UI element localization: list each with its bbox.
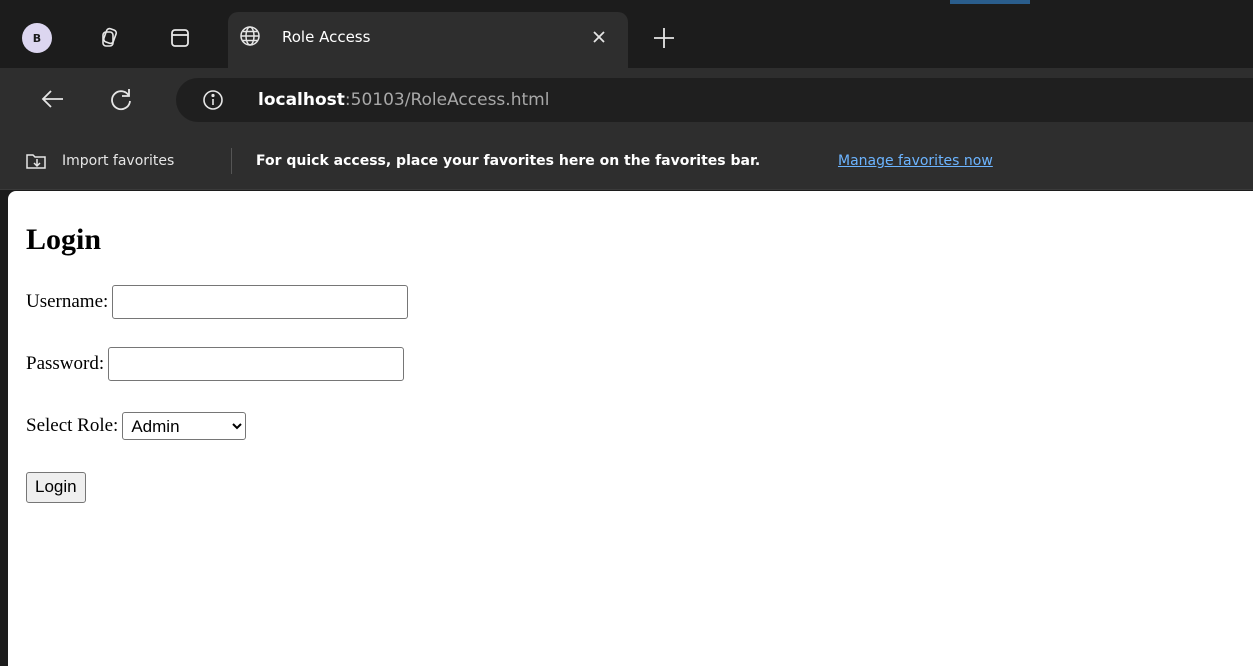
divider: [231, 148, 232, 174]
favorites-bar: Import favorites For quick access, place…: [0, 132, 1253, 190]
import-favorites-button[interactable]: Import favorites: [62, 151, 174, 171]
refresh-icon[interactable]: [106, 84, 136, 114]
url-path: :50103/RoleAccess.html: [344, 90, 550, 110]
password-label: Password:: [26, 353, 105, 374]
tab-actions-icon[interactable]: [166, 24, 194, 52]
close-icon[interactable]: [590, 28, 608, 46]
username-input[interactable]: [112, 285, 409, 319]
plus-icon[interactable]: [650, 24, 678, 52]
url-text: localhost:50103/RoleAccess.html: [258, 89, 549, 111]
globe-icon: [238, 24, 262, 48]
tab-title: Role Access: [282, 28, 371, 46]
password-input[interactable]: [108, 347, 405, 381]
login-button-row: Login: [26, 471, 1253, 505]
tab-strip-accent: [950, 0, 1030, 4]
browser-window: B Role Access localhost:50103/RoleAccess…: [0, 0, 1253, 666]
info-icon[interactable]: [202, 89, 224, 111]
username-label: Username:: [26, 291, 109, 312]
manage-favorites-link[interactable]: Manage favorites now: [838, 151, 993, 171]
role-select[interactable]: Admin: [122, 412, 247, 440]
import-favorites-icon[interactable]: [24, 149, 48, 173]
back-arrow-icon[interactable]: [38, 84, 68, 114]
tab-strip: B Role Access: [0, 0, 1253, 68]
login-button[interactable]: Login: [26, 471, 86, 503]
role-label: Select Role:: [26, 415, 119, 436]
workspaces-icon[interactable]: [96, 24, 124, 52]
favorites-hint: For quick access, place your favorites h…: [256, 153, 761, 169]
password-row: Password:: [26, 347, 1253, 381]
page-viewport: Login Username: Password: Select Role: A…: [8, 191, 1253, 666]
toolbar: localhost:50103/RoleAccess.html: [0, 68, 1253, 132]
role-row: Select Role: Admin: [26, 409, 1253, 443]
username-row: Username:: [26, 285, 1253, 319]
address-bar[interactable]: localhost:50103/RoleAccess.html: [176, 78, 1253, 122]
login-form: Login Username: Password: Select Role: A…: [8, 191, 1253, 505]
url-host: localhost: [258, 90, 345, 110]
profile-avatar[interactable]: B: [22, 23, 52, 53]
page-title: Login: [26, 223, 102, 256]
tab-role-access[interactable]: Role Access: [228, 12, 628, 68]
